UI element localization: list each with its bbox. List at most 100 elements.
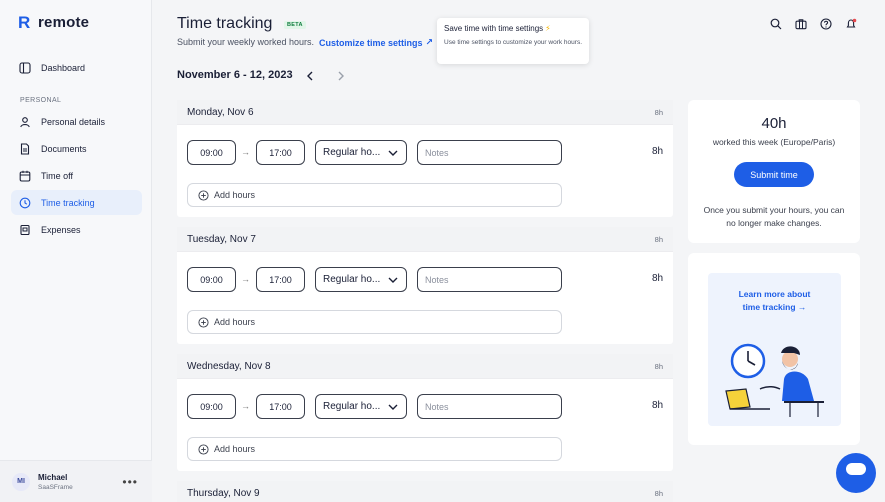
learn-more-card: Learn more about time tracking → xyxy=(688,253,860,445)
day-total: 8h xyxy=(654,361,663,371)
briefcase-icon[interactable] xyxy=(795,18,807,30)
learn-more-link[interactable]: Learn more about time tracking → xyxy=(708,288,841,314)
hours-type-value: Regular ho... xyxy=(323,274,381,285)
hours-type-value: Regular ho... xyxy=(323,147,381,158)
start-time-input[interactable]: 09:00 xyxy=(187,267,236,292)
chevron-left-icon xyxy=(307,71,313,81)
end-time-input[interactable]: 17:00 xyxy=(256,267,305,292)
end-time-input[interactable]: 17:00 xyxy=(256,394,305,419)
learn-more-line2: time tracking xyxy=(742,302,796,312)
chevron-down-icon xyxy=(388,277,398,283)
time-tracking-illustration xyxy=(725,343,824,417)
day-total: 8h xyxy=(654,107,663,117)
sidebar-item-documents[interactable]: Documents xyxy=(11,136,142,161)
previous-week-button[interactable] xyxy=(304,69,316,83)
user-icon xyxy=(20,116,30,127)
sidebar-item-dashboard[interactable]: Dashboard xyxy=(11,55,142,80)
sidebar-item-personal-details[interactable]: Personal details xyxy=(11,109,142,134)
day-card-monday: Monday, Nov 6 8h 09:00 → 17:00 Regular h… xyxy=(177,100,673,217)
hours-type-value: Regular ho... xyxy=(323,401,381,412)
tooltip-title: Save time with time settings ⚡ xyxy=(444,24,582,33)
total-hours-description: worked this week (Europe/Paris) xyxy=(712,137,836,147)
chat-bubble-icon xyxy=(846,463,866,475)
hours-type-select[interactable]: Regular ho... xyxy=(315,394,407,419)
day-title: Wednesday, Nov 8 xyxy=(187,360,271,372)
tooltip-title-text: Save time with time settings xyxy=(444,24,544,33)
row-hours: 8h xyxy=(652,146,664,157)
avatar: MI xyxy=(12,472,30,491)
chat-support-button[interactable] xyxy=(836,453,876,493)
start-time-input[interactable]: 09:00 xyxy=(187,140,236,165)
chevron-down-icon xyxy=(388,150,398,156)
add-hours-button[interactable]: Add hours xyxy=(187,310,562,334)
tooltip-body: Use time settings to customize your work… xyxy=(444,39,582,46)
day-title: Monday, Nov 6 xyxy=(187,106,254,118)
chevron-down-icon xyxy=(388,404,398,410)
time-settings-tooltip: Save time with time settings ⚡ Use time … xyxy=(437,18,589,64)
learn-more-line1: Learn more about xyxy=(738,289,811,299)
learn-more-panel: Learn more about time tracking → xyxy=(708,273,841,426)
plus-circle-icon xyxy=(198,316,209,328)
day-header: Wednesday, Nov 8 8h xyxy=(177,354,673,379)
notes-input[interactable]: Notes xyxy=(417,267,562,292)
notes-input[interactable]: Notes xyxy=(417,394,562,419)
sidebar-item-label: Expenses xyxy=(41,224,81,235)
arrow-right-icon: → xyxy=(241,274,250,284)
notes-input[interactable]: Notes xyxy=(417,140,562,165)
page-title: Time tracking xyxy=(177,15,273,32)
external-link-icon: ↗ xyxy=(425,37,434,47)
add-hours-button[interactable]: Add hours xyxy=(187,437,562,461)
day-header: Tuesday, Nov 7 8h xyxy=(177,227,673,252)
remote-logo-icon: R xyxy=(18,12,31,32)
sidebar: R remote Dashboard PERSONAL Personal det… xyxy=(0,0,152,502)
hours-type-select[interactable]: Regular ho... xyxy=(315,267,407,292)
sidebar-item-label: Dashboard xyxy=(41,62,86,73)
next-week-button[interactable] xyxy=(335,69,347,83)
add-hours-label: Add hours xyxy=(214,317,256,327)
plus-circle-icon xyxy=(198,443,209,455)
customize-time-settings-link[interactable]: Customize time settings ↗ xyxy=(319,37,433,48)
sidebar-item-label: Time tracking xyxy=(41,197,95,208)
week-range: November 6 - 12, 2023 xyxy=(177,69,293,81)
lightning-icon: ⚡ xyxy=(545,24,551,33)
more-options-icon[interactable]: ••• xyxy=(122,475,138,489)
submit-note: Once you submit your hours, you can no l… xyxy=(703,205,845,228)
add-hours-label: Add hours xyxy=(214,444,256,454)
dashboard-icon xyxy=(19,61,31,74)
brand-logo[interactable]: R remote xyxy=(18,12,90,32)
sidebar-item-time-tracking[interactable]: Time tracking xyxy=(11,190,142,215)
start-time-input[interactable]: 09:00 xyxy=(187,394,236,419)
row-hours: 8h xyxy=(652,273,664,284)
sidebar-item-expenses[interactable]: Expenses xyxy=(11,217,142,242)
user-profile[interactable]: MI Michael SaaSFrame ••• xyxy=(0,460,152,502)
hours-type-select[interactable]: Regular ho... xyxy=(315,140,407,165)
day-card-thursday: Thursday, Nov 9 8h xyxy=(177,481,673,502)
add-hours-label: Add hours xyxy=(214,190,256,200)
submit-time-button[interactable]: Submit time xyxy=(734,162,814,187)
brand-name: remote xyxy=(38,14,90,31)
calendar-icon xyxy=(19,170,31,182)
sidebar-item-time-off[interactable]: Time off xyxy=(11,163,142,188)
section-label-personal: PERSONAL xyxy=(20,97,62,104)
arrow-right-icon: → xyxy=(797,302,807,312)
top-toolbar xyxy=(770,18,857,30)
search-icon[interactable] xyxy=(770,18,782,30)
add-hours-button[interactable]: Add hours xyxy=(187,183,562,207)
day-card-wednesday: Wednesday, Nov 8 8h 09:00 → 17:00 Regula… xyxy=(177,354,673,471)
page-subtitle: Submit your weekly worked hours. xyxy=(177,37,315,47)
day-header: Thursday, Nov 9 8h xyxy=(177,481,673,502)
end-time-input[interactable]: 17:00 xyxy=(256,140,305,165)
notification-bell-icon[interactable] xyxy=(845,18,857,30)
help-icon[interactable] xyxy=(820,18,832,30)
beta-badge: BETA xyxy=(284,21,306,29)
day-total: 8h xyxy=(654,234,663,244)
day-total: 8h xyxy=(654,488,663,498)
sidebar-item-label: Personal details xyxy=(41,116,106,127)
sidebar-item-label: Documents xyxy=(41,143,87,154)
day-title: Thursday, Nov 9 xyxy=(187,487,260,499)
chevron-right-icon xyxy=(338,71,344,81)
row-hours: 8h xyxy=(652,400,664,411)
arrow-right-icon: → xyxy=(241,401,250,411)
document-icon xyxy=(20,142,30,155)
total-hours: 40h xyxy=(761,115,787,132)
